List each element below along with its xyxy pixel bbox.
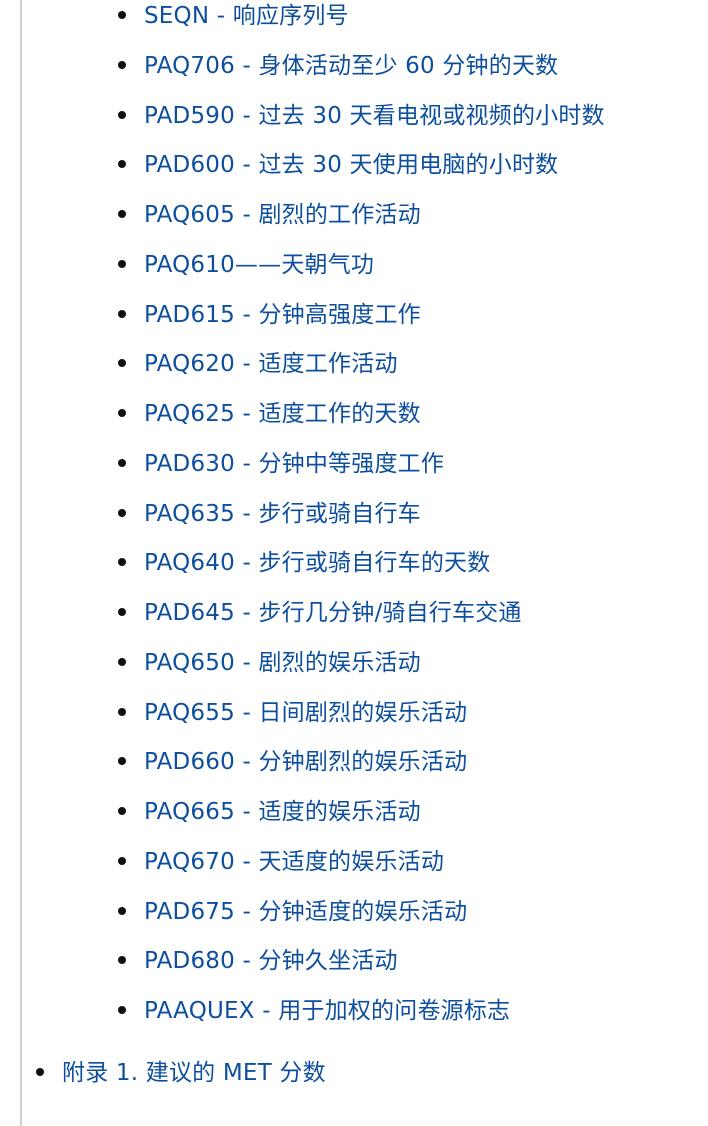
bullet-icon <box>36 1068 44 1076</box>
bullet-icon <box>118 757 126 766</box>
toc-link-paq605[interactable]: PAQ605 - 剧烈的工作活动 <box>144 199 421 232</box>
toc-link-paq635[interactable]: PAQ635 - 步行或骑自行车 <box>144 498 421 531</box>
toc-link-pad680[interactable]: PAD680 - 分钟久坐活动 <box>144 945 398 978</box>
toc-link-paq650[interactable]: PAQ650 - 剧烈的娱乐活动 <box>144 647 421 680</box>
bullet-icon <box>118 210 126 218</box>
toc-link-pad630[interactable]: PAD630 - 分钟中等强度工作 <box>144 448 444 481</box>
bullet-icon <box>118 906 126 915</box>
toc-link-paq610[interactable]: PAQ610——天朝气功 <box>144 249 374 282</box>
toc-link-paaquex[interactable]: PAAQUEX - 用于加权的问卷源标志 <box>144 995 510 1028</box>
toc-link-paq665[interactable]: PAQ665 - 适度的娱乐活动 <box>144 796 421 829</box>
bullet-icon <box>118 558 126 567</box>
toc-link-paq625[interactable]: PAQ625 - 适度工作的天数 <box>144 398 421 431</box>
toc-link-paq706[interactable]: PAQ706 - 身体活动至少 60 分钟的天数 <box>144 50 558 83</box>
bullet-icon <box>118 1006 126 1014</box>
toc-link-appendix-1[interactable]: 附录 1. 建议的 MET 分数 <box>62 1057 326 1090</box>
bullet-icon <box>118 11 126 19</box>
bullet-icon <box>118 657 126 666</box>
bullet-icon <box>118 160 126 169</box>
bullet-icon <box>118 508 126 517</box>
toc-link-paq640[interactable]: PAQ640 - 步行或骑自行车的天数 <box>144 547 490 580</box>
toc-link-pad615[interactable]: PAD615 - 分钟高强度工作 <box>144 299 421 332</box>
toc-link-paq655[interactable]: PAQ655 - 日间剧烈的娱乐活动 <box>144 697 467 730</box>
bullet-icon <box>118 359 126 368</box>
bullet-icon <box>118 60 126 69</box>
toc-link-pad590[interactable]: PAD590 - 过去 30 天看电视或视频的小时数 <box>144 100 605 133</box>
toc-link-pad675[interactable]: PAD675 - 分钟适度的娱乐活动 <box>144 896 467 929</box>
toc-link-paq670[interactable]: PAQ670 - 天适度的娱乐活动 <box>144 846 444 879</box>
bullet-icon <box>118 608 126 616</box>
bullet-icon <box>118 707 126 716</box>
bullet-icon <box>118 309 126 318</box>
bullet-icon <box>118 956 126 965</box>
toc-link-pad600[interactable]: PAD600 - 过去 30 天使用电脑的小时数 <box>144 149 558 182</box>
toc-link-pad645[interactable]: PAD645 - 步行几分钟/骑自行车交通 <box>144 597 522 630</box>
bullet-icon <box>118 409 126 417</box>
toc-panel: SEQN - 响应序列号 PAQ706 - 身体活动至少 60 分钟的天数 PA… <box>20 0 708 1126</box>
toc-link-pad660[interactable]: PAD660 - 分钟剧烈的娱乐活动 <box>144 746 467 779</box>
bullet-icon <box>118 259 126 268</box>
bullet-icon <box>118 807 126 815</box>
toc-link-seqn[interactable]: SEQN - 响应序列号 <box>144 0 349 33</box>
bullet-icon <box>118 110 126 119</box>
bullet-icon <box>118 856 126 865</box>
toc-link-paq620[interactable]: PAQ620 - 适度工作活动 <box>144 348 398 381</box>
bullet-icon <box>118 458 126 467</box>
